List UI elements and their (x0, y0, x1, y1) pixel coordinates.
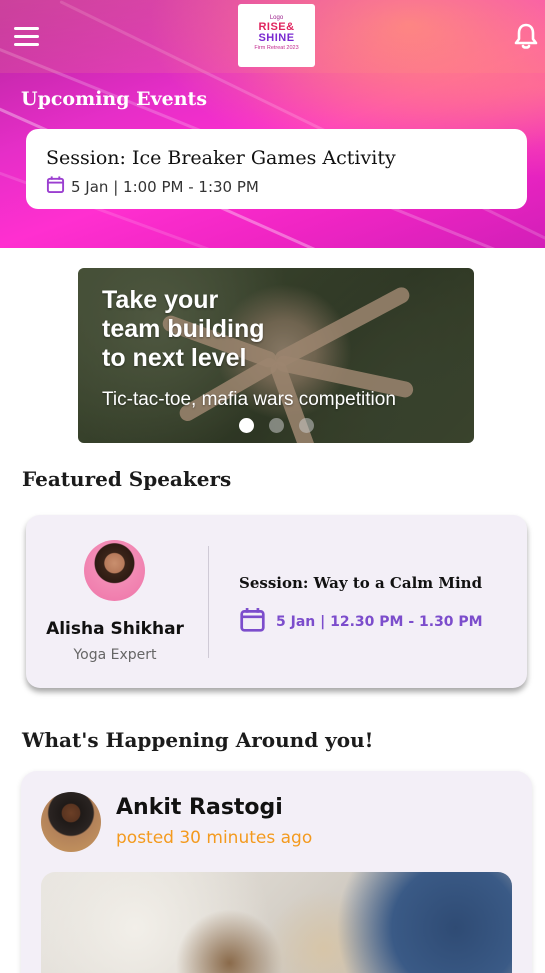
speaker-session-title: Session: Way to a Calm Mind (239, 574, 483, 592)
post-author-name[interactable]: Ankit Rastogi (116, 795, 283, 820)
carousel-dot[interactable] (299, 418, 314, 433)
featured-speakers-title: Featured Speakers (22, 467, 232, 491)
carousel-dot[interactable] (269, 418, 284, 433)
speaker-role: Yoga Expert (73, 647, 157, 663)
promo-banner[interactable]: Take your team building to next level Ti… (78, 268, 474, 443)
hamburger-menu-icon[interactable] (14, 27, 39, 46)
calendar-icon (239, 606, 266, 637)
banner-headline: Take your team building to next level (102, 286, 265, 372)
logo-text: SHINE (258, 32, 295, 44)
upcoming-event-card[interactable]: Session: Ice Breaker Games Activity 5 Ja… (26, 129, 527, 209)
logo-subtitle: Firm Retreat 2023 (254, 45, 299, 51)
speaker-session-time: 5 Jan | 12.30 PM - 1.30 PM (276, 613, 483, 630)
speaker-card[interactable]: Alisha Shikhar Yoga Expert Session: Way … (26, 515, 527, 688)
event-title: Session: Ice Breaker Games Activity (46, 147, 396, 169)
calendar-icon (46, 175, 65, 198)
post-author-avatar[interactable] (41, 792, 101, 852)
carousel-dot[interactable] (239, 418, 254, 433)
carousel-indicators (239, 418, 314, 433)
app-logo: Logo RISE& SHINE Firm Retreat 2023 (238, 4, 315, 67)
notification-bell-icon[interactable] (513, 22, 539, 50)
speaker-avatar (84, 540, 145, 601)
top-bar: Logo RISE& SHINE Firm Retreat 2023 (0, 0, 545, 73)
banner-subtitle: Tic-tac-toe, mafia wars competition (102, 389, 396, 410)
speaker-time-row: 5 Jan | 12.30 PM - 1.30 PM (239, 606, 483, 637)
upcoming-events-title: Upcoming Events (21, 88, 208, 110)
event-time: 5 Jan | 1:00 PM - 1:30 PM (71, 177, 259, 196)
speaker-divider (208, 546, 209, 658)
whats-happening-title: What's Happening Around you! (22, 728, 374, 752)
post-timestamp: posted 30 minutes ago (116, 828, 313, 848)
speaker-name: Alisha Shikhar (46, 619, 184, 639)
post-image[interactable] (41, 872, 512, 973)
hero-header: Logo RISE& SHINE Firm Retreat 2023 Upcom… (0, 0, 545, 248)
feed-post-card[interactable]: Ankit Rastogi posted 30 minutes ago (21, 771, 532, 973)
event-time-row: 5 Jan | 1:00 PM - 1:30 PM (46, 175, 507, 198)
